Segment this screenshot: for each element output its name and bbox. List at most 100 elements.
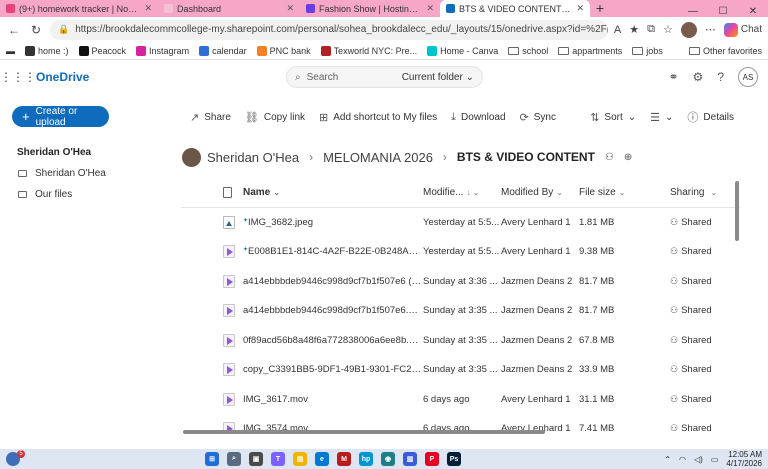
- back-icon[interactable]: ←: [6, 23, 22, 37]
- globe-icon[interactable]: ⊕: [624, 152, 632, 163]
- file-name[interactable]: ✦E008B1E1-814C-4A2F-B22E-0B248AF92F...: [243, 246, 423, 257]
- refresh-icon[interactable]: ↻: [28, 23, 44, 37]
- profile-avatar[interactable]: [680, 21, 697, 38]
- close-tab-icon[interactable]: ✕: [426, 3, 434, 14]
- other-favorites[interactable]: Other favorites: [688, 46, 762, 56]
- table-row[interactable]: IMG_3617.mov 6 days ago Avery Lenhard 1 31.…: [181, 385, 740, 415]
- table-row[interactable]: a414ebbbdeb9446c998d9cf7b1f507e6.MOV Sund…: [181, 297, 740, 326]
- breadcrumb-folder[interactable]: MELOMANIA 2026: [323, 150, 433, 165]
- close-tab-icon[interactable]: ✕: [286, 3, 294, 14]
- vertical-scrollbar[interactable]: [735, 181, 739, 241]
- bookmark-item[interactable]: Home - Canva: [427, 45, 498, 56]
- table-row[interactable]: copy_C3391BB5-9DF1-49B1-9301-FC214C... Su…: [181, 356, 740, 385]
- name-column-header[interactable]: Name ⌄: [243, 187, 423, 198]
- app-name[interactable]: OneDrive: [36, 70, 89, 84]
- browser-tab[interactable]: BTS & VIDEO CONTENT - OneDrive ✕: [440, 0, 590, 17]
- sharing-status[interactable]: ⚇ Shared: [670, 364, 740, 375]
- help-icon[interactable]: ?: [717, 70, 724, 84]
- bookmark-item[interactable]: appartments: [558, 46, 622, 56]
- file-name[interactable]: a414ebbbdeb9446c998d9cf7b1f507e6.MOV: [243, 305, 423, 316]
- table-row[interactable]: a414ebbbdeb9446c998d9cf7b1f507e6 (1)... S…: [181, 267, 740, 297]
- file-name[interactable]: 0f89acd56b8a48f6a772838006a6ee8b.MOV: [243, 335, 423, 346]
- file-type-column-header[interactable]: [181, 187, 243, 198]
- bookmark-item[interactable]: school: [508, 46, 548, 56]
- close-tab-icon[interactable]: ✕: [576, 3, 584, 14]
- share-people-icon[interactable]: ⚭: [668, 70, 678, 84]
- bookmark-item[interactable]: home :): [25, 45, 69, 56]
- extensions-icon[interactable]: ⧉: [647, 23, 655, 36]
- download-button[interactable]: ⤓ Download: [451, 111, 505, 124]
- bookmark-item[interactable]: jobs: [632, 46, 663, 56]
- sort-button[interactable]: ⇅ Sort ⌄: [590, 109, 636, 125]
- view-options-button[interactable]: ☰ ⌄: [650, 109, 673, 125]
- sync-button[interactable]: ⟳ Sync: [520, 111, 556, 124]
- search-scope-dropdown[interactable]: Current folder ⌄: [402, 72, 474, 83]
- shared-people-icon[interactable]: ⚇: [605, 152, 614, 163]
- pinterest-icon[interactable]: P: [425, 452, 439, 466]
- bookmark-menu-icon[interactable]: ▬: [6, 46, 15, 56]
- file-name[interactable]: a414ebbbdeb9446c998d9cf7b1f507e6 (1)...: [243, 276, 423, 287]
- task-view-icon[interactable]: ▣: [249, 452, 263, 466]
- bookmark-item[interactable]: Peacock: [78, 45, 126, 56]
- create-or-upload-button[interactable]: + Create or upload: [12, 106, 109, 128]
- favorites-icon[interactable]: ☆: [663, 23, 673, 36]
- mcafee-icon[interactable]: M: [337, 452, 351, 466]
- table-row[interactable]: ✦E008B1E1-814C-4A2F-B22E-0B248AF92F... Ye…: [181, 238, 740, 267]
- minimize-icon[interactable]: —: [678, 6, 708, 17]
- search-box[interactable]: ⌕ Search Current folder ⌄: [286, 66, 483, 88]
- volume-icon[interactable]: ◁): [694, 455, 703, 464]
- file-name[interactable]: copy_C3391BB5-9DF1-49B1-9301-FC214C...: [243, 364, 423, 375]
- nav-item-user-files[interactable]: Sheridan O'Hea: [18, 168, 106, 179]
- copy-link-button[interactable]: ⛓ Copy link: [245, 111, 305, 124]
- bookmark-item[interactable]: PNC bank: [256, 45, 311, 56]
- settings-gear-icon[interactable]: ⚙: [693, 70, 704, 84]
- file-name[interactable]: IMG_3617.mov: [243, 394, 423, 405]
- user-avatar[interactable]: AS: [738, 67, 758, 87]
- tray-chevron-icon[interactable]: ⌃: [664, 455, 671, 464]
- battery-icon[interactable]: ▭: [711, 455, 719, 464]
- maximize-icon[interactable]: ☐: [708, 6, 738, 17]
- phone-link-icon[interactable]: ▥: [403, 452, 417, 466]
- search-icon[interactable]: ⌕: [227, 452, 241, 466]
- table-row[interactable]: 0f89acd56b8a48f6a772838006a6ee8b.MOV Sund…: [181, 326, 740, 356]
- nav-item-our-files[interactable]: Our files: [18, 189, 72, 200]
- browser-tab[interactable]: Dashboard ✕: [158, 0, 300, 17]
- sharing-column-header[interactable]: Sharing ⌄: [670, 187, 740, 198]
- sharing-status[interactable]: ⚇ Shared: [670, 305, 740, 316]
- favorite-star-icon[interactable]: ★: [629, 23, 639, 36]
- close-window-icon[interactable]: ✕: [738, 6, 768, 17]
- teams-icon[interactable]: T: [271, 452, 285, 466]
- modified-column-header[interactable]: Modifie... ↓ ⌄: [423, 187, 501, 198]
- table-row[interactable]: ✦IMG_3682.jpeg Yesterday at 5:5... Avery L…: [181, 208, 740, 238]
- details-button[interactable]: ⓘ Details: [687, 109, 734, 125]
- sharing-status[interactable]: ⚇ Shared: [670, 276, 740, 287]
- sharing-status[interactable]: ⚇ Shared: [670, 217, 740, 228]
- photoshop-icon[interactable]: Ps: [447, 452, 461, 466]
- horizontal-scrollbar[interactable]: [183, 430, 545, 434]
- share-button[interactable]: ↗ Share: [190, 111, 231, 124]
- copilot-chat-button[interactable]: Chat: [723, 22, 762, 37]
- wifi-icon[interactable]: ◠: [679, 455, 686, 464]
- bookmark-item[interactable]: Texworld NYC: Pre...: [320, 45, 417, 56]
- app-launcher-icon[interactable]: ⋮⋮⋮: [0, 70, 36, 84]
- add-shortcut-button[interactable]: ⊞ Add shortcut to My files: [319, 111, 437, 124]
- browser-tab[interactable]: Fashion Show | Hostinger Website ✕: [300, 0, 440, 17]
- close-tab-icon[interactable]: ✕: [144, 3, 152, 14]
- file-name[interactable]: ✦IMG_3682.jpeg: [243, 217, 423, 228]
- file-size-column-header[interactable]: File size ⌄: [579, 187, 670, 198]
- file-explorer-icon[interactable]: ▤: [293, 452, 307, 466]
- url-field[interactable]: 🔒 https://brookdalecommcollege-my.sharep…: [50, 19, 608, 40]
- browser-app-icon[interactable]: ◉: [381, 452, 395, 466]
- start-icon[interactable]: ⊞: [205, 452, 219, 466]
- bookmark-item[interactable]: Instagram: [136, 45, 189, 56]
- sharing-status[interactable]: ⚇ Shared: [670, 335, 740, 346]
- new-tab-button[interactable]: +: [590, 0, 610, 17]
- breadcrumb-owner[interactable]: Sheridan O'Hea: [207, 150, 299, 165]
- more-icon[interactable]: ⋯: [705, 23, 716, 36]
- edge-icon[interactable]: e: [315, 452, 329, 466]
- sharing-status[interactable]: ⚇ Shared: [670, 394, 740, 405]
- sharing-status[interactable]: ⚇ Shared: [670, 246, 740, 257]
- clock[interactable]: 12:05 AM 4/17/2026: [726, 450, 762, 468]
- bookmark-item[interactable]: calendar: [199, 45, 247, 56]
- modified-by-column-header[interactable]: Modified By ⌄: [501, 187, 579, 198]
